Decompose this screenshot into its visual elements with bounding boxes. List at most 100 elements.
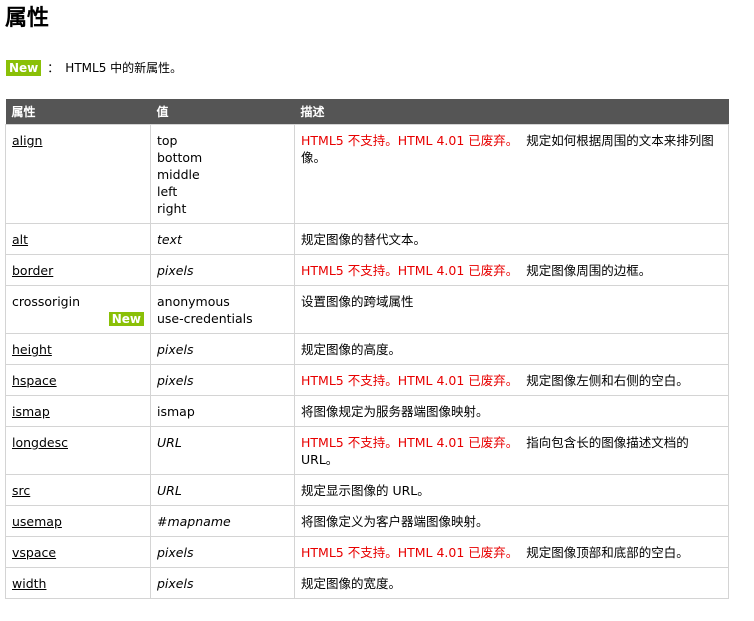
value-cell: pixels — [150, 364, 295, 396]
attribute-cell: alt — [5, 223, 151, 255]
value-item: ismap — [157, 404, 195, 419]
attribute-link-border[interactable]: border — [12, 263, 53, 278]
table-row: hspace pixels HTML5 不支持。HTML 4.01 已废弃。 规定图… — [5, 364, 729, 396]
value-cell: #mapname — [150, 505, 295, 537]
value-item: URL — [157, 483, 182, 498]
value-item: pixels — [157, 263, 194, 278]
table-row: vspace pixels HTML5 不支持。HTML 4.01 已废弃。 规定图… — [5, 536, 729, 568]
attribute-link-hspace[interactable]: hspace — [12, 373, 57, 388]
deprecation-note: HTML5 不支持。HTML 4.01 已废弃。 — [301, 545, 519, 560]
description-text: 将图像定义为客户器端图像映射。 — [301, 514, 489, 529]
attributes-table: 属性 值 描述 align top bottom middle left right HTM… — [5, 99, 729, 599]
description-cell: HTML5 不支持。HTML 4.01 已废弃。 规定如何根据周围的文本来排列图… — [294, 124, 729, 224]
value-cell: URL — [150, 474, 295, 506]
legend-text: HTML5 中的新属性。 — [65, 61, 183, 75]
attribute-name-crossorigin: crossorigin — [12, 294, 80, 309]
description-text: 规定图像左侧和右侧的空白。 — [526, 373, 689, 388]
value-cell: ismap — [150, 395, 295, 427]
attribute-link-align[interactable]: align — [12, 133, 42, 148]
value-item: bottom — [157, 150, 203, 165]
deprecation-note: HTML5 不支持。HTML 4.01 已废弃。 — [301, 373, 519, 388]
description-cell: 规定图像的高度。 — [294, 333, 729, 365]
description-text: 规定显示图像的 URL。 — [301, 483, 430, 498]
description-cell: HTML5 不支持。HTML 4.01 已废弃。 规定图像左侧和右侧的空白。 — [294, 364, 729, 396]
value-cell: URL — [150, 426, 295, 475]
value-item: #mapname — [157, 514, 231, 529]
attribute-cell: ismap — [5, 395, 151, 427]
value-cell: top bottom middle left right — [150, 124, 295, 224]
attribute-cell: align — [5, 124, 151, 224]
value-item: text — [157, 232, 182, 247]
attribute-cell: width — [5, 567, 151, 599]
attribute-cell: border — [5, 254, 151, 286]
value-item: pixels — [157, 545, 194, 560]
value-item: left — [157, 184, 178, 199]
description-text: 规定图像周围的边框。 — [526, 263, 652, 278]
attribute-cell: src — [5, 474, 151, 506]
description-text: 规定图像的替代文本。 — [301, 232, 427, 247]
legend-separator: ： — [47, 61, 60, 75]
table-row: longdesc URL HTML5 不支持。HTML 4.01 已废弃。 指向包含… — [5, 426, 729, 475]
attribute-cell: longdesc — [5, 426, 151, 475]
page-title: 属性 — [5, 6, 50, 31]
attribute-cell: crossorigin New — [5, 285, 151, 334]
attribute-link-vspace[interactable]: vspace — [12, 545, 56, 560]
table-row: align top bottom middle left right HTML5 不支持。H… — [5, 124, 729, 224]
attribute-cell: vspace — [5, 536, 151, 568]
attribute-link-width[interactable]: width — [12, 576, 46, 591]
table-header-row: 属性 值 描述 — [5, 99, 729, 125]
attribute-link-height[interactable]: height — [12, 342, 52, 357]
attribute-link-ismap[interactable]: ismap — [12, 404, 50, 419]
value-cell: pixels — [150, 333, 295, 365]
table-row: alt text 规定图像的替代文本。 — [5, 223, 729, 255]
description-cell: HTML5 不支持。HTML 4.01 已废弃。 规定图像周围的边框。 — [294, 254, 729, 286]
attribute-cell: hspace — [5, 364, 151, 396]
value-cell: pixels — [150, 536, 295, 568]
description-text: 设置图像的跨域属性 — [301, 294, 414, 309]
table-row: ismap ismap 将图像规定为服务器端图像映射。 — [5, 395, 729, 427]
value-item: anonymous — [157, 294, 230, 309]
deprecation-note: HTML5 不支持。HTML 4.01 已废弃。 — [301, 263, 519, 278]
table-row: crossorigin New anonymous use-credentials 设置… — [5, 285, 729, 334]
value-item: pixels — [157, 576, 194, 591]
table-row: width pixels 规定图像的宽度。 — [5, 567, 729, 599]
value-cell: text — [150, 223, 295, 255]
header-description: 描述 — [294, 99, 729, 125]
table-row: usemap #mapname 将图像定义为客户器端图像映射。 — [5, 505, 729, 537]
header-value: 值 — [150, 99, 295, 125]
description-cell: 将图像定义为客户器端图像映射。 — [294, 505, 729, 537]
value-item: pixels — [157, 342, 194, 357]
description-text: 规定图像顶部和底部的空白。 — [526, 545, 689, 560]
new-badge: New — [6, 60, 42, 76]
description-text: 规定图像的宽度。 — [301, 576, 402, 591]
description-cell: HTML5 不支持。HTML 4.01 已废弃。 规定图像顶部和底部的空白。 — [294, 536, 729, 568]
attribute-link-longdesc[interactable]: longdesc — [12, 435, 68, 450]
description-cell: 将图像规定为服务器端图像映射。 — [294, 395, 729, 427]
table-row: src URL 规定显示图像的 URL。 — [5, 474, 729, 506]
value-item: right — [157, 201, 187, 216]
description-text: 规定图像的高度。 — [301, 342, 402, 357]
value-cell: pixels — [150, 254, 295, 286]
deprecation-note: HTML5 不支持。HTML 4.01 已废弃。 — [301, 435, 519, 450]
value-cell: anonymous use-credentials — [150, 285, 295, 334]
value-item: URL — [157, 435, 182, 450]
description-cell: 规定显示图像的 URL。 — [294, 474, 729, 506]
description-cell: HTML5 不支持。HTML 4.01 已废弃。 指向包含长的图像描述文档的 U… — [294, 426, 729, 475]
description-text: 将图像规定为服务器端图像映射。 — [301, 404, 489, 419]
value-item: top — [157, 133, 178, 148]
value-item: pixels — [157, 373, 194, 388]
description-cell: 设置图像的跨域属性 — [294, 285, 729, 334]
new-attribute-legend: New ： HTML5 中的新属性。 — [6, 59, 182, 77]
attribute-cell: height — [5, 333, 151, 365]
deprecation-note: HTML5 不支持。HTML 4.01 已废弃。 — [301, 133, 519, 148]
attribute-link-src[interactable]: src — [12, 483, 30, 498]
value-item: middle — [157, 167, 200, 182]
attribute-link-usemap[interactable]: usemap — [12, 514, 62, 529]
header-attribute: 属性 — [5, 99, 151, 125]
table-row: border pixels HTML5 不支持。HTML 4.01 已废弃。 规定图… — [5, 254, 729, 286]
value-item: use-credentials — [157, 311, 253, 326]
value-cell: pixels — [150, 567, 295, 599]
new-badge: New — [108, 312, 144, 326]
attribute-link-alt[interactable]: alt — [12, 232, 28, 247]
description-cell: 规定图像的替代文本。 — [294, 223, 729, 255]
